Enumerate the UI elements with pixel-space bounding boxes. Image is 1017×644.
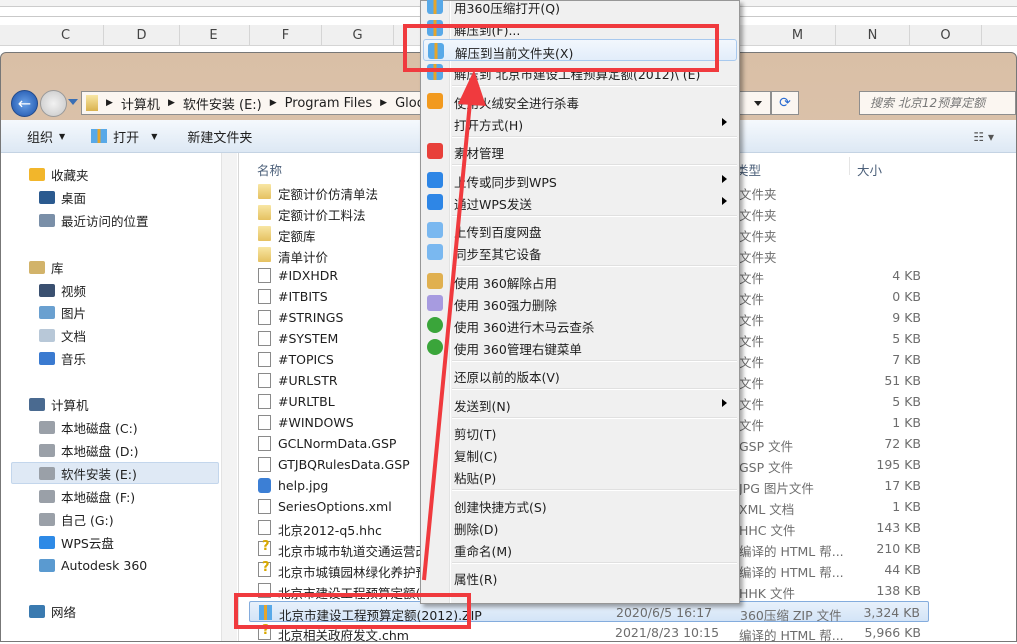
arrow-head — [458, 70, 486, 106]
arrow-shaft — [422, 91, 473, 581]
annotation-arrow — [422, 70, 486, 581]
